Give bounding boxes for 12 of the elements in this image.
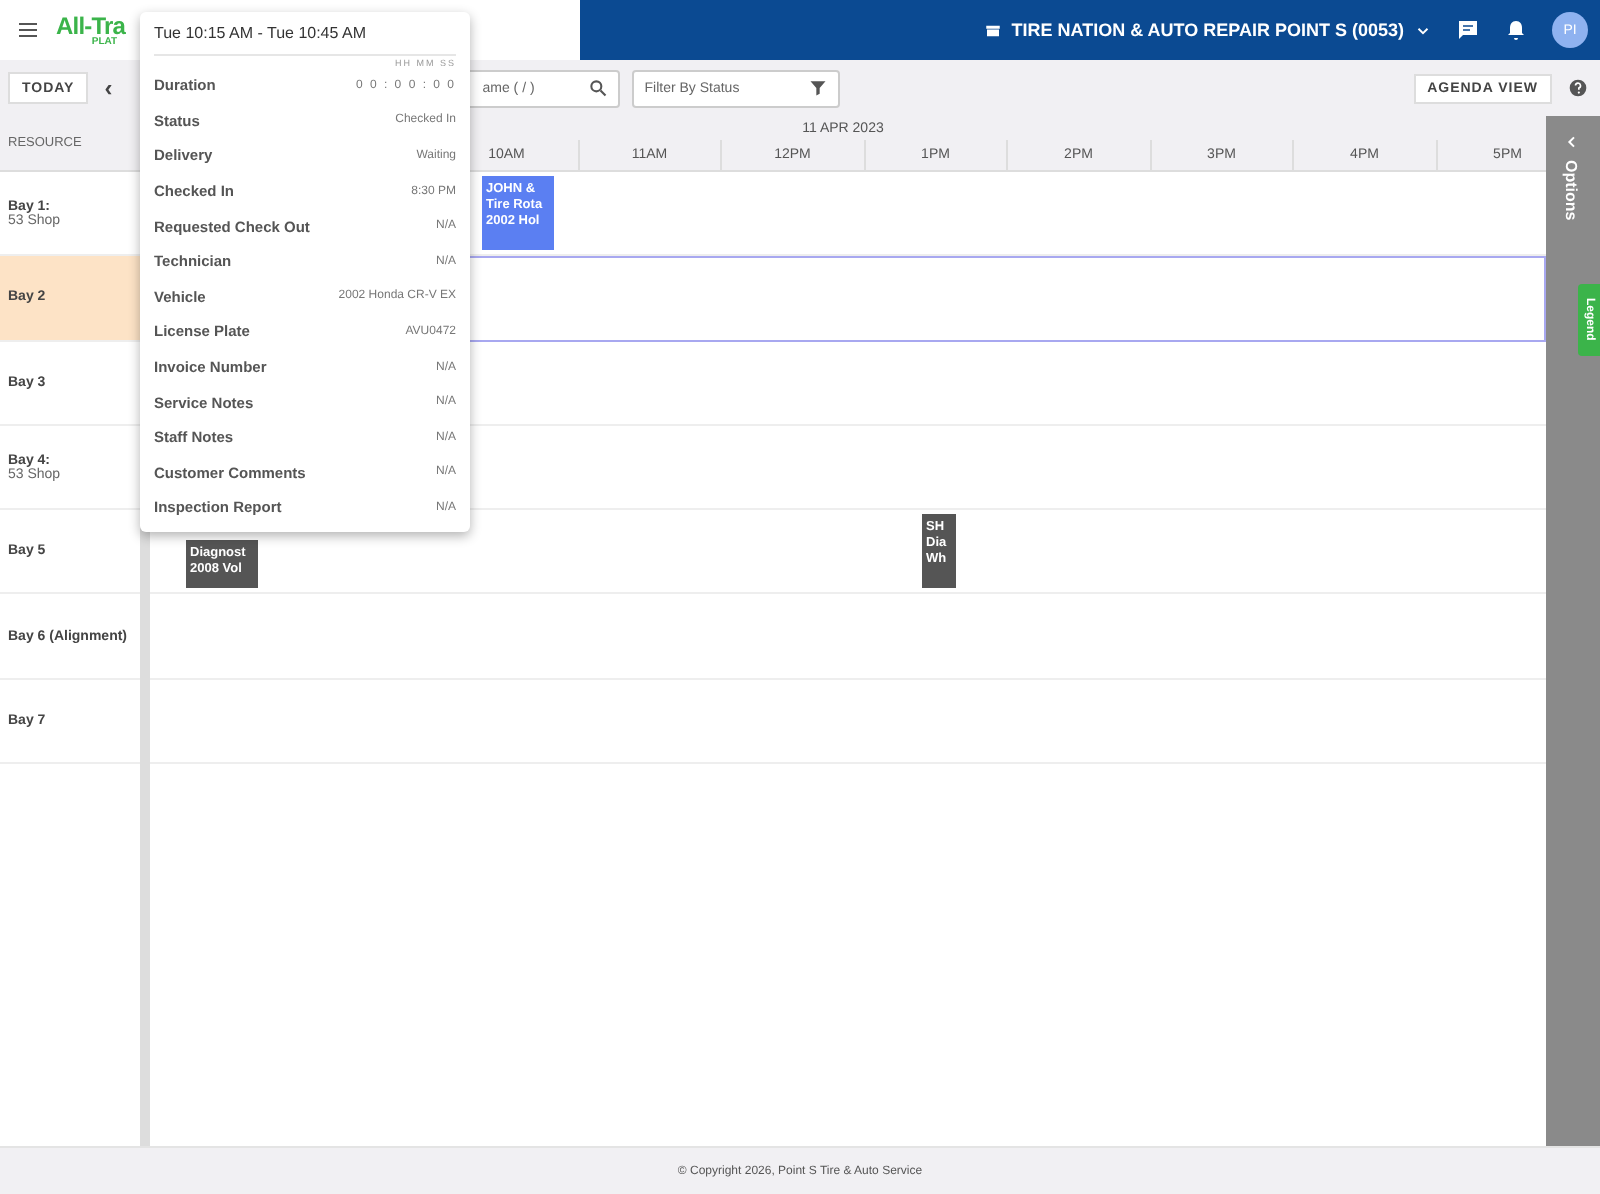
menu-icon[interactable]: [16, 18, 40, 42]
chevron-left-icon[interactable]: [1564, 134, 1580, 150]
shop-name[interactable]: TIRE NATION & AUTO REPAIR POINT S (0053): [1011, 20, 1404, 40]
bell-icon[interactable]: [1504, 18, 1528, 42]
chat-icon[interactable]: [1456, 18, 1480, 42]
store-icon: [983, 21, 1002, 39]
popup-title: Tue 10:15 AM - Tue 10:45 AM: [154, 24, 366, 42]
previous-button[interactable]: ‹: [88, 74, 129, 102]
filter-icon[interactable]: [808, 78, 829, 98]
help-icon[interactable]: [1568, 78, 1588, 98]
search-icon[interactable]: [588, 78, 609, 98]
logo: All-Tra: [56, 13, 126, 37]
